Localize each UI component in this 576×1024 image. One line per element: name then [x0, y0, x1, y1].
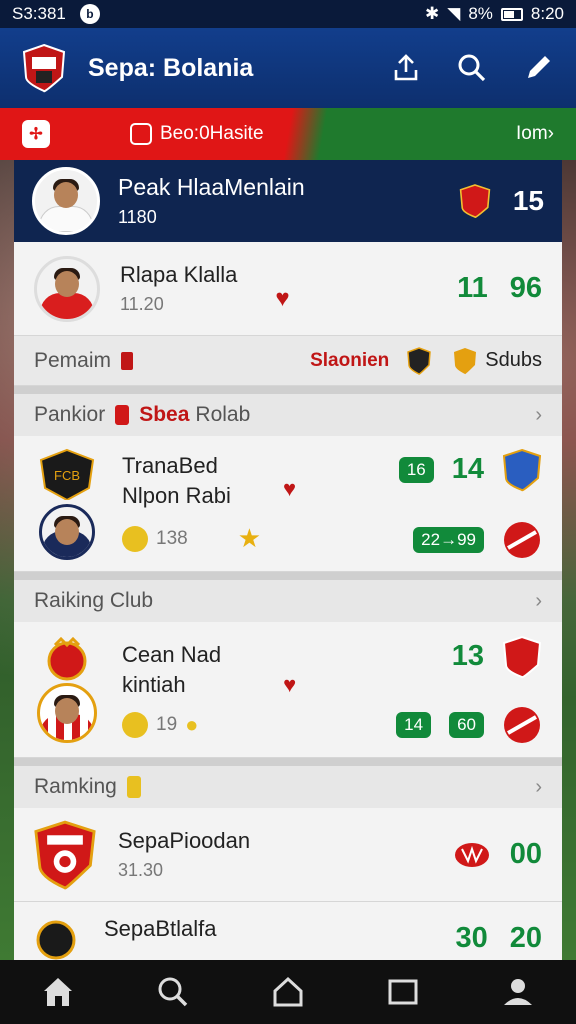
stat-pill-a: 16 — [398, 456, 434, 483]
clock: 8:20 — [530, 4, 564, 23]
stat-pill-a: 14 — [396, 711, 432, 738]
item-num-a: 30 — [455, 922, 488, 954]
item-line-2: kintiah — [122, 671, 186, 697]
club-crest-icon — [502, 448, 542, 491]
item-points: 19 — [156, 713, 178, 735]
section-header-rankings[interactable]: Pankior Sbea Rolab › — [14, 386, 562, 436]
club-crest-icon — [502, 635, 542, 678]
featured-player-card[interactable]: Peak HlaaMenlain 1180 15 — [14, 160, 562, 242]
featured-player-name: Peak HlaaMenlain — [118, 174, 305, 200]
list-item[interactable]: FCB TranaBed Nlpon Rabi 138 ★ ♥ 16 14 22… — [14, 436, 562, 572]
section-header-ranking-club[interactable]: Raiking Club › — [14, 572, 562, 622]
banner-label-icon — [130, 123, 152, 145]
stat-pill-b: 60 — [449, 711, 484, 738]
club-crest-icon — [47, 636, 87, 680]
player-value-b: 96 — [509, 272, 542, 304]
club-crest-icon: FCB — [39, 448, 95, 500]
filter-mid-label[interactable]: Slaonien — [310, 350, 389, 372]
item-name: SepaBtlalfa — [104, 916, 217, 941]
status-left-text: S3:381 — [12, 4, 66, 23]
house-outline-icon[interactable] — [271, 975, 305, 1009]
avatar — [37, 682, 97, 743]
wifi-icon: ◥ — [447, 4, 461, 23]
section-title: Raiking Club — [34, 589, 154, 612]
trophy-icon — [126, 776, 141, 798]
square-icon[interactable] — [386, 975, 420, 1009]
status-bar: S3:381 b ✱ ◥ 8% 8:20 — [0, 0, 576, 28]
filter-right-label[interactable]: Sdubs — [485, 349, 542, 372]
club-crest-icon — [407, 346, 432, 375]
item-sub: 31.30 — [118, 860, 164, 880]
section-subtitle: Sbea — [139, 403, 190, 426]
bottom-nav — [0, 960, 576, 1024]
player-row[interactable]: Rlapa Klalla 11.20 ♥ 11 96 — [14, 242, 562, 336]
drop-icon: ● — [185, 711, 199, 737]
banner-more-link[interactable]: Iom› — [516, 123, 554, 145]
banner-badge-icon: ✢ — [22, 120, 50, 148]
featured-player-sub: 1180 — [118, 207, 157, 227]
club-badge-icon — [504, 521, 540, 558]
home-icon[interactable] — [41, 975, 75, 1009]
promo-banner[interactable]: ✢ Beo:0Hasite Iom› — [0, 108, 576, 160]
heart-icon[interactable]: ♥ — [283, 672, 296, 698]
section-title: Pankior — [34, 403, 106, 426]
search-icon[interactable] — [156, 975, 190, 1009]
coin-icon — [122, 525, 148, 552]
club-badge-icon — [504, 706, 540, 743]
stat-pill-b: 22→99 — [413, 526, 484, 553]
battery-icon — [500, 7, 523, 21]
chevron-right-icon[interactable]: › — [535, 590, 542, 613]
shield-icon — [454, 347, 477, 374]
edit-icon[interactable] — [522, 52, 554, 84]
club-logo-icon[interactable] — [22, 43, 66, 93]
share-upload-icon[interactable] — [390, 52, 422, 84]
chevron-right-icon[interactable]: › — [535, 776, 542, 799]
club-crest-icon — [459, 184, 491, 219]
list-item[interactable]: SepaPioodan 31.30 00 — [14, 808, 562, 902]
battery-label: 8% — [468, 4, 493, 23]
item-points: 138 — [156, 527, 188, 549]
heart-icon[interactable]: ♥ — [283, 476, 296, 502]
badge-icon — [115, 405, 130, 425]
content-list[interactable]: Peak HlaaMenlain 1180 15 Rlapa Klalla 11… — [14, 160, 562, 960]
notification-icon: b — [79, 4, 100, 24]
avatar — [34, 255, 100, 322]
section-subtitle-b: Rolab — [195, 403, 251, 426]
list-item[interactable]: Cean Nad kintiah 19 ● ♥ 13 14 60 — [14, 622, 562, 758]
chevron-right-icon[interactable]: › — [535, 404, 542, 427]
item-line-2: Nlpon Rabi — [122, 483, 231, 508]
club-crest-icon — [36, 920, 76, 960]
svg-text:FCB: FCB — [54, 468, 80, 483]
banner-label: Beo:0Hasite — [130, 123, 264, 145]
trash-icon[interactable] — [121, 351, 134, 370]
player-value-a: 11 — [457, 272, 488, 304]
star-icon[interactable]: ★ — [238, 523, 261, 554]
list-item[interactable]: SepaBtlalfa 30 20 — [14, 902, 562, 960]
app-title: Sepa: Bolania — [88, 53, 254, 82]
item-num-b: 20 — [509, 922, 542, 954]
coin-icon — [122, 711, 148, 738]
club-crest-icon — [34, 820, 96, 889]
avatar — [39, 503, 95, 560]
item-line-1: TranaBed — [122, 453, 218, 478]
stat-num-a: 13 — [451, 640, 484, 672]
item-num: 00 — [509, 838, 542, 870]
item-name: SepaPioodan — [118, 828, 251, 853]
stat-num-a: 14 — [451, 453, 484, 485]
avatar — [32, 167, 100, 235]
section-title: Ramking — [34, 775, 117, 798]
app-bar: Sepa: Bolania — [0, 28, 576, 108]
featured-score: 15 — [512, 185, 544, 216]
filter-left-label: Pemaim — [34, 348, 112, 372]
player-sub: 11.20 — [120, 294, 164, 314]
heart-icon[interactable]: ♥ — [275, 285, 289, 313]
profile-icon[interactable] — [501, 975, 535, 1009]
item-line-1: Cean Nad — [122, 641, 222, 667]
bluetooth-icon: ✱ — [425, 4, 440, 23]
search-icon[interactable] — [456, 52, 488, 84]
club-badge-icon — [454, 842, 489, 867]
player-name: Rlapa Klalla — [120, 262, 238, 287]
filter-row: Pemaim Slaonien Sdubs — [14, 336, 562, 386]
section-header-ramking[interactable]: Ramking › — [14, 758, 562, 808]
